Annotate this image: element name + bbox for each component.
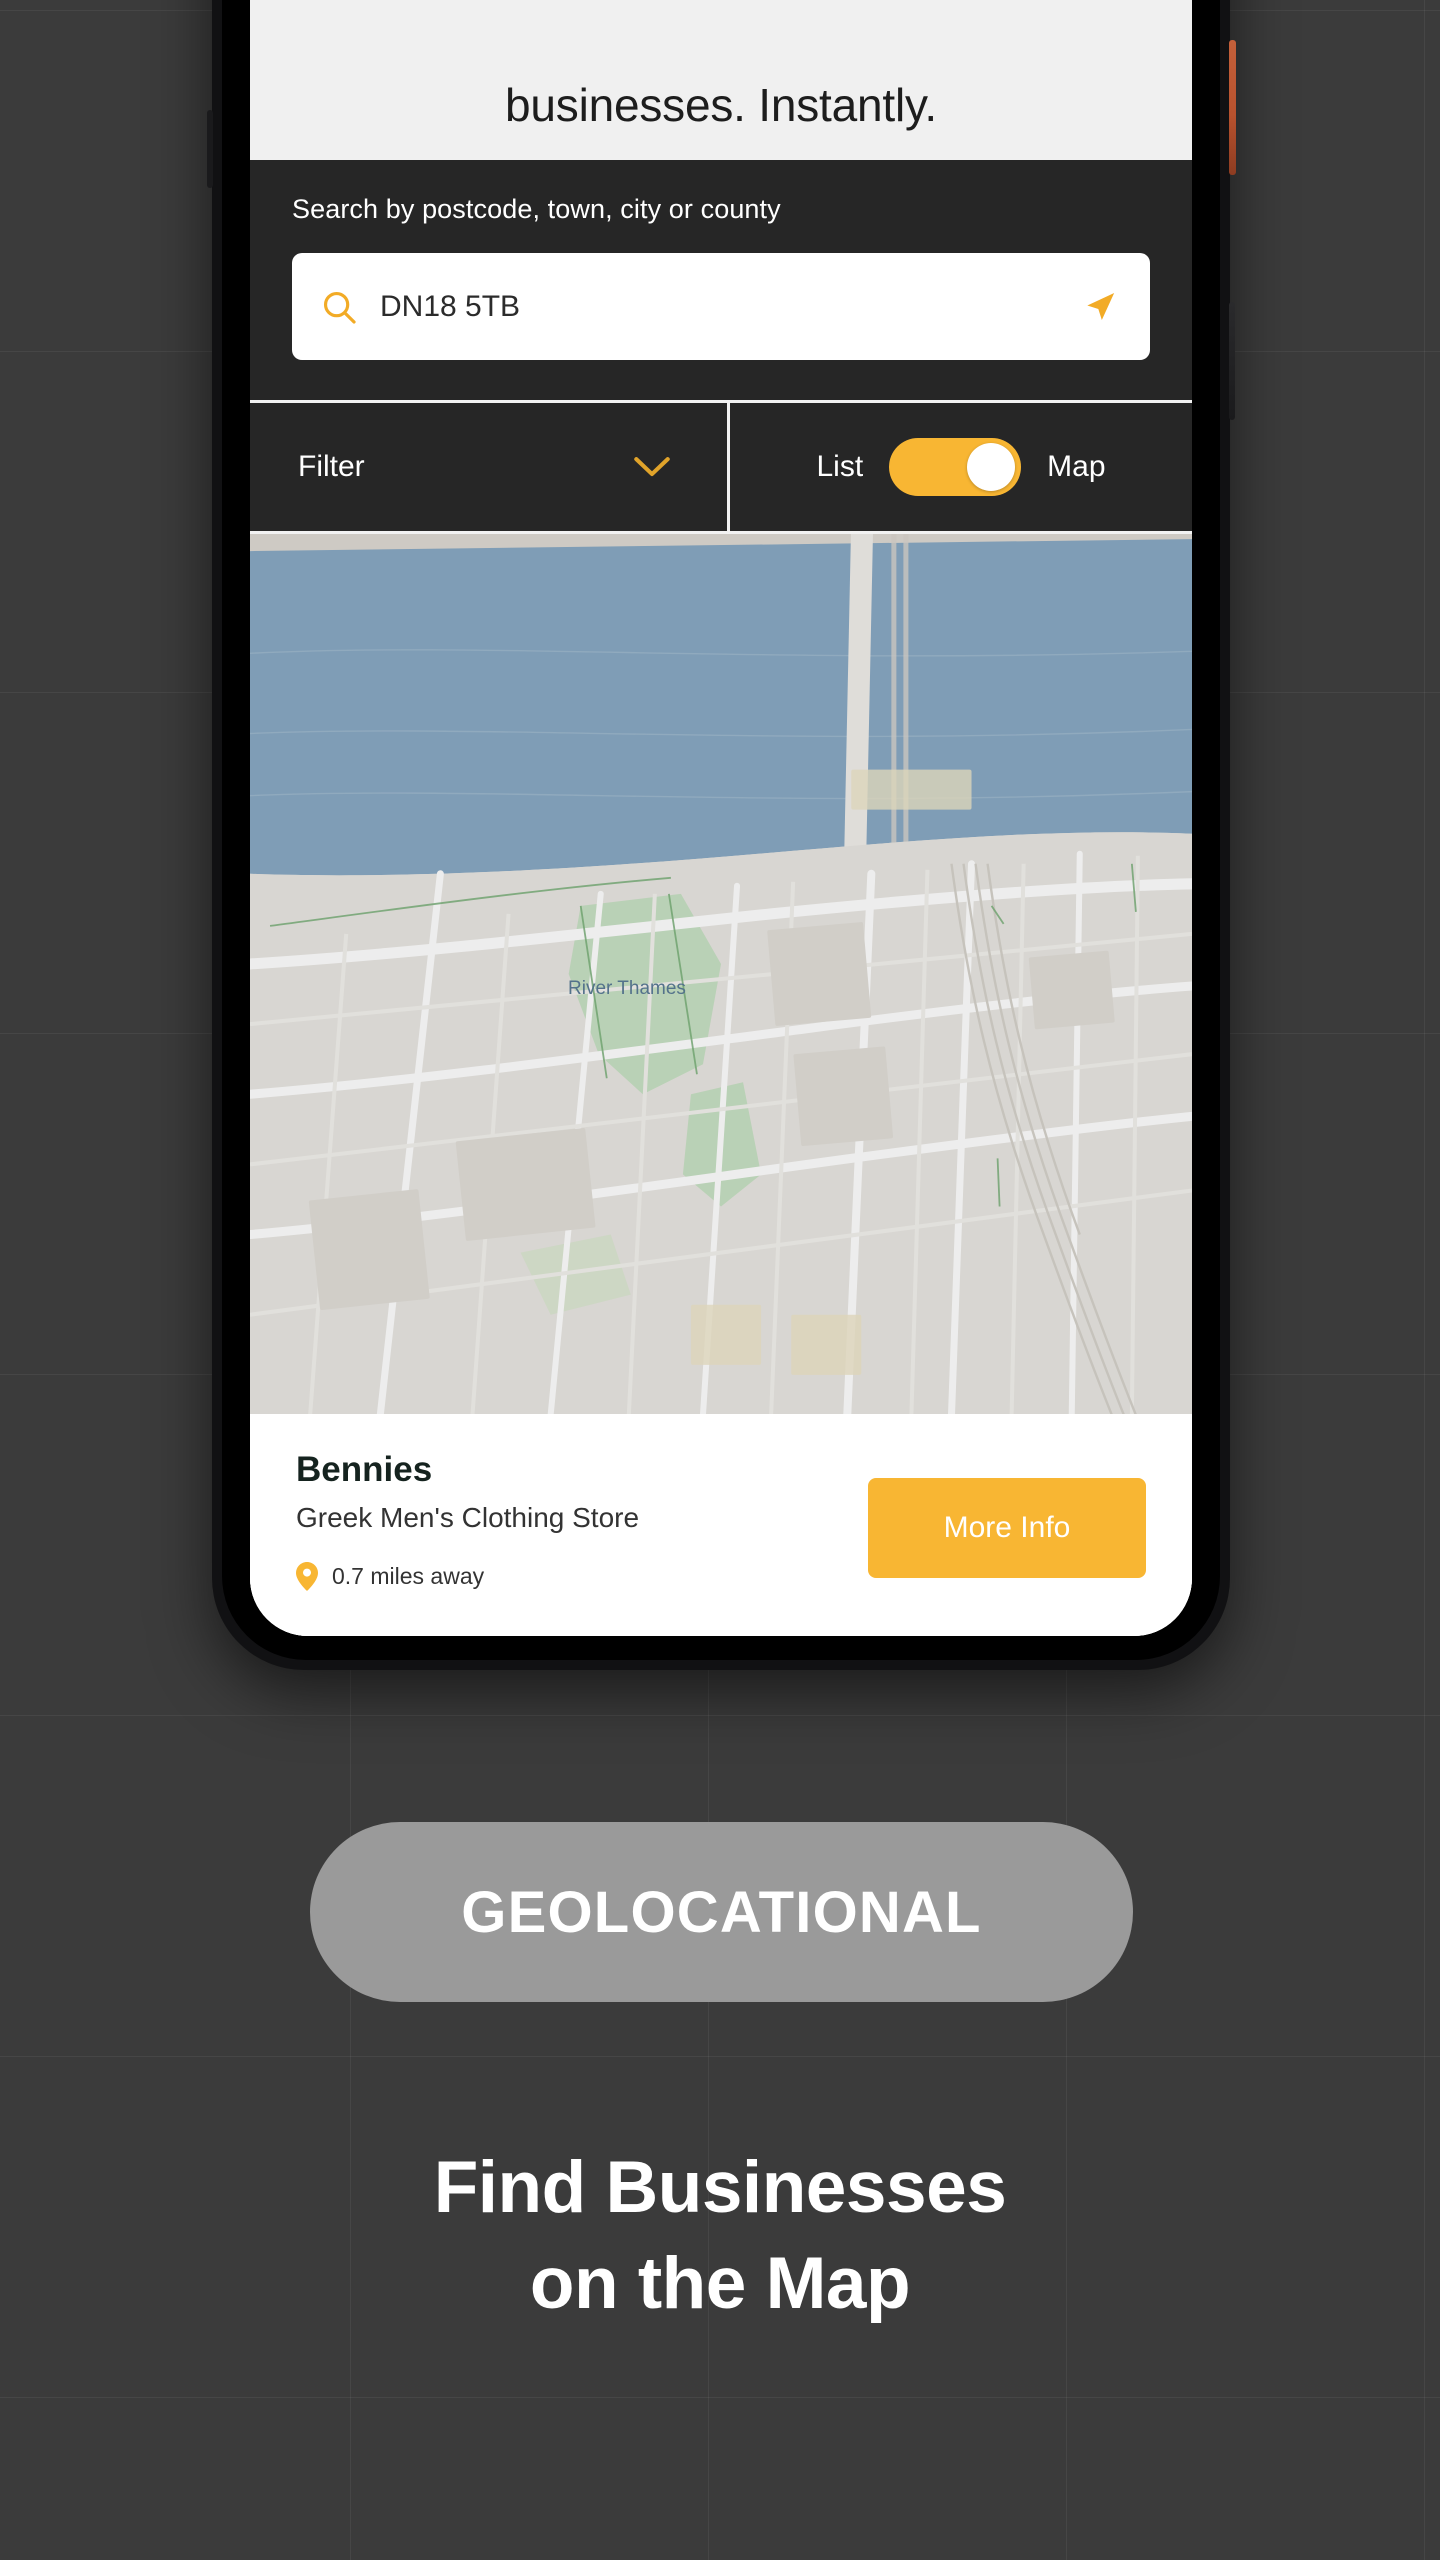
switch-knob (967, 443, 1016, 491)
feature-caption: Find Businesses on the Map (0, 2140, 1440, 2333)
business-distance: 0.7 miles away (332, 1563, 485, 1589)
location-pin-icon (296, 1562, 318, 1591)
phone-mockup: businesses. Instantly. Search by postcod… (207, 0, 1236, 1670)
filter-dropdown[interactable]: Filter (250, 403, 730, 531)
feature-badge: GEOLOCATIONAL (310, 1822, 1133, 2002)
feature-caption-line1: Find Businesses (433, 2147, 1007, 2228)
phone-screen: businesses. Instantly. Search by postcod… (250, 0, 1192, 1636)
chevron-down-icon (634, 457, 670, 477)
filter-label: Filter (298, 450, 365, 483)
business-result-card[interactable]: Bennies Greek Men's Clothing Store 0.7 m… (250, 1414, 1192, 1636)
search-section: Search by postcode, town, city or county (250, 160, 1192, 400)
filter-toggle-bar: Filter List Map (250, 400, 1192, 534)
app-view: businesses. Instantly. Search by postcod… (250, 0, 1192, 1636)
list-map-toggle-group: List Map (730, 403, 1192, 531)
phone-left-button[interactable] (207, 110, 213, 188)
feature-badge-label: GEOLOCATIONAL (461, 1879, 982, 1945)
toggle-label-list[interactable]: List (816, 450, 863, 484)
list-map-switch[interactable] (889, 438, 1022, 496)
navigate-arrow-icon[interactable] (1080, 287, 1120, 327)
search-label: Search by postcode, town, city or county (292, 194, 781, 224)
map-canvas[interactable]: River Thames River Fleet Blackfriars ⇄ O… (250, 534, 1192, 1414)
toggle-label-map[interactable]: Map (1047, 450, 1105, 484)
phone-volume-button[interactable] (1229, 302, 1235, 420)
map-vector-layer (250, 534, 1192, 1414)
search-box[interactable] (292, 253, 1150, 360)
search-input[interactable] (380, 289, 1058, 324)
hero-headline: businesses. Instantly. (505, 79, 937, 131)
search-icon (323, 291, 356, 324)
phone-power-button[interactable] (1229, 40, 1236, 175)
promo-page: businesses. Instantly. Search by postcod… (0, 0, 1440, 2560)
hero-band: businesses. Instantly. (250, 0, 1192, 160)
more-info-button[interactable]: More Info (868, 1478, 1146, 1578)
feature-caption-line2: on the Map (529, 2243, 911, 2325)
